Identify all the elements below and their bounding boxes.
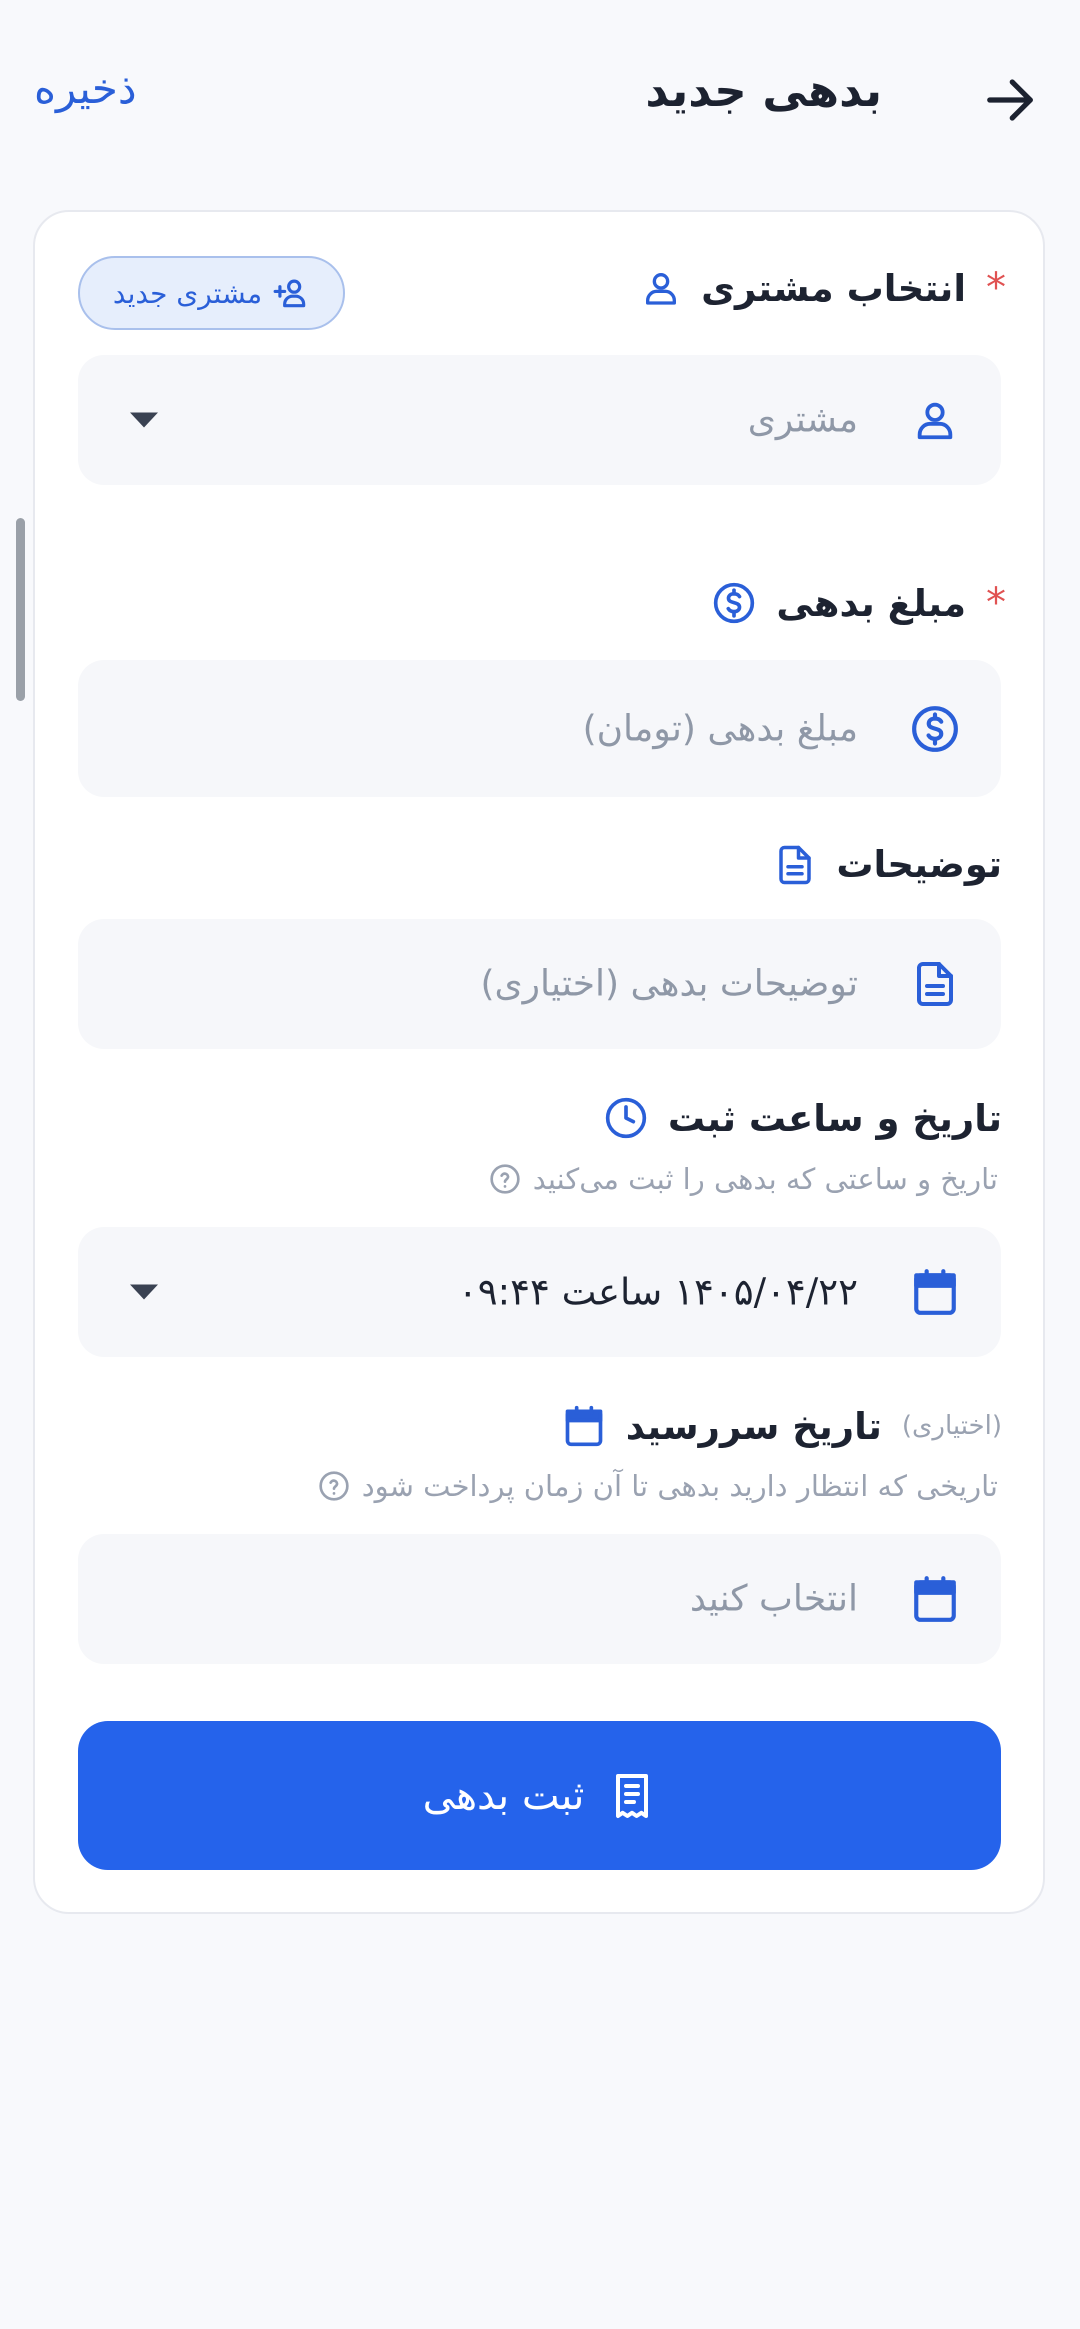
due-date-placeholder: انتخاب کنید — [689, 1578, 858, 1620]
due-date-hint: تاریخی که انتظار دارید بدهی تا آن زمان پ… — [318, 1469, 998, 1503]
document-icon — [774, 844, 816, 886]
submit-label: ثبت بدهی — [422, 1772, 585, 1819]
help-circle-icon — [489, 1163, 521, 1195]
customer-placeholder: مشتری — [747, 399, 858, 441]
calendar-icon — [909, 1573, 961, 1625]
due-date-hint-text: تاریخی که انتظار دارید بدهی تا آن زمان پ… — [361, 1469, 998, 1503]
user-icon — [909, 394, 961, 446]
user-plus-icon — [272, 274, 310, 312]
description-label-text: توضیحات — [836, 843, 1002, 886]
required-mark: * — [986, 580, 1006, 626]
app-header: بدهی جدید ذخیره — [0, 0, 1080, 200]
record-date-picker[interactable]: ۱۴۰۵/۰۴/۲۲ ساعت ۰۹:۴۴ — [78, 1227, 1001, 1357]
dollar-icon — [712, 581, 756, 625]
save-button[interactable]: ذخیره — [34, 64, 137, 113]
amount-placeholder: مبلغ بدهی (تومان) — [582, 708, 858, 749]
amount-label: مبلغ بدهی * — [712, 580, 1006, 626]
required-mark: * — [986, 265, 1006, 311]
due-date-picker[interactable]: انتخاب کنید — [78, 1534, 1001, 1664]
record-date-label-text: تاریخ و ساعت ثبت — [667, 1096, 1002, 1140]
record-date-hint-text: تاریخ و ساعتی که بدهی را ثبت می‌کنید — [532, 1162, 998, 1196]
arrow-right-icon — [983, 73, 1037, 127]
amount-input[interactable]: مبلغ بدهی (تومان) — [78, 660, 1001, 797]
submit-debt-button[interactable]: ثبت بدهی — [78, 1721, 1001, 1870]
due-date-label-text: تاریخ سررسید — [625, 1404, 882, 1448]
scrollbar-thumb[interactable] — [16, 518, 25, 701]
optional-note: (اختیاری) — [901, 1411, 1002, 1441]
record-date-label: تاریخ و ساعت ثبت — [604, 1096, 1002, 1140]
chevron-down-icon — [130, 412, 158, 428]
receipt-icon — [608, 1772, 656, 1820]
calendar-icon — [562, 1404, 606, 1448]
clock-icon — [604, 1096, 648, 1140]
record-date-value: ۱۴۰۵/۰۴/۲۲ ساعت ۰۹:۴۴ — [457, 1270, 858, 1314]
customer-label-text: انتخاب مشتری — [701, 266, 966, 310]
due-date-label: تاریخ سررسید (اختیاری) — [562, 1404, 1002, 1448]
dollar-icon — [909, 703, 961, 755]
description-label: توضیحات — [774, 843, 1002, 886]
description-placeholder: توضیحات بدهی (اختیاری) — [480, 963, 858, 1005]
chevron-down-icon — [130, 1284, 158, 1300]
description-input[interactable]: توضیحات بدهی (اختیاری) — [78, 919, 1001, 1049]
customer-select[interactable]: مشتری — [78, 355, 1001, 485]
new-customer-label: مشتری جدید — [112, 276, 263, 310]
back-button[interactable] — [978, 68, 1042, 132]
record-date-hint: تاریخ و ساعتی که بدهی را ثبت می‌کنید — [489, 1162, 998, 1196]
document-icon — [909, 958, 961, 1010]
new-customer-button[interactable]: مشتری جدید — [78, 256, 345, 330]
new-debt-screen: بدهی جدید ذخیره انتخاب مشتری * مشتری جدی… — [0, 0, 1080, 2329]
user-icon — [641, 268, 681, 308]
amount-label-text: مبلغ بدهی — [776, 581, 966, 625]
customer-label: انتخاب مشتری * — [641, 265, 1006, 311]
calendar-icon — [909, 1266, 961, 1318]
page-title: بدهی جدید — [645, 64, 882, 117]
help-circle-icon — [318, 1470, 350, 1502]
